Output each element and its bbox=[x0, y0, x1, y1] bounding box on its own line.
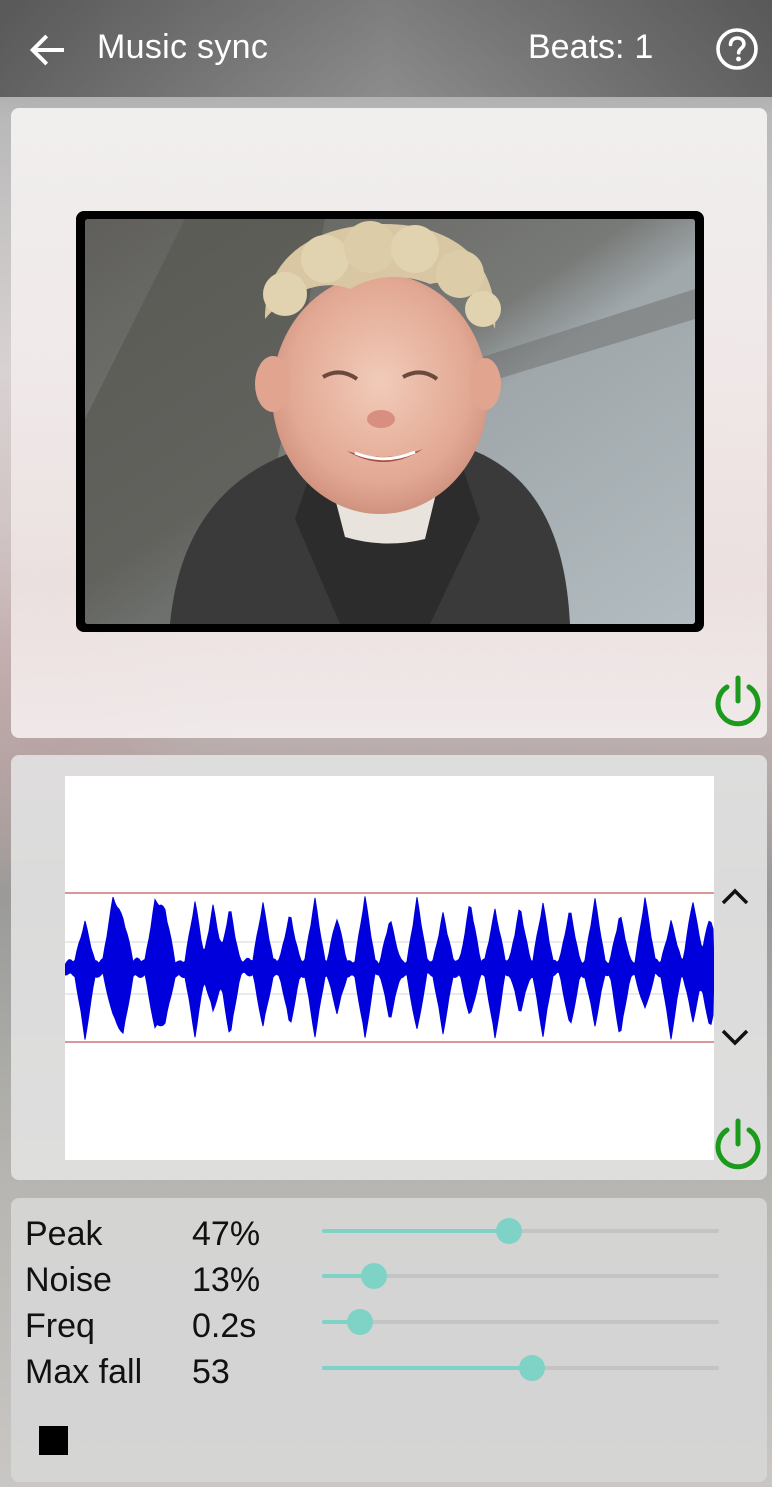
slider-track bbox=[322, 1320, 719, 1324]
slider-thumb[interactable] bbox=[347, 1309, 373, 1335]
max-fall-value: 53 bbox=[192, 1353, 230, 1391]
photo-image bbox=[85, 219, 695, 624]
freq-slider[interactable] bbox=[322, 1307, 719, 1337]
waveform-panel bbox=[11, 755, 767, 1180]
threshold-down-button[interactable] bbox=[717, 1025, 753, 1051]
max-fall-slider[interactable] bbox=[322, 1353, 719, 1383]
peak-label: Peak bbox=[25, 1215, 103, 1253]
max-fall-label: Max fall bbox=[25, 1353, 143, 1391]
back-button[interactable] bbox=[24, 26, 72, 74]
chevron-up-icon bbox=[721, 888, 749, 905]
freq-value: 0.2s bbox=[192, 1307, 257, 1345]
power-icon bbox=[715, 675, 761, 727]
help-circle-icon bbox=[716, 28, 758, 70]
noise-value: 13% bbox=[192, 1261, 261, 1299]
slider-thumb[interactable] bbox=[496, 1218, 522, 1244]
noise-slider[interactable] bbox=[322, 1261, 719, 1291]
freq-label: Freq bbox=[25, 1307, 95, 1345]
beats-counter: Beats: 1 bbox=[528, 28, 653, 67]
slider-fill bbox=[322, 1366, 532, 1370]
waveform-power-button[interactable] bbox=[711, 1117, 765, 1171]
help-button[interactable] bbox=[714, 26, 760, 72]
slider-thumb[interactable] bbox=[519, 1355, 545, 1381]
photo-power-button[interactable] bbox=[711, 674, 765, 728]
app-bar: Music sync Beats: 1 bbox=[0, 0, 772, 97]
waveform-graph bbox=[64, 892, 715, 1043]
beats-count: 1 bbox=[634, 28, 654, 66]
slider-fill bbox=[322, 1229, 509, 1233]
beats-label: Beats: bbox=[528, 28, 625, 66]
photo-frame bbox=[76, 211, 704, 632]
waveform-shape bbox=[64, 896, 715, 1040]
power-icon bbox=[715, 1118, 761, 1170]
photo-preview[interactable] bbox=[85, 219, 695, 624]
page-title: Music sync bbox=[97, 28, 269, 66]
peak-slider[interactable] bbox=[322, 1216, 719, 1246]
threshold-up-button[interactable] bbox=[717, 883, 753, 909]
slider-thumb[interactable] bbox=[361, 1263, 387, 1289]
noise-label: Noise bbox=[25, 1261, 112, 1299]
controls-panel: Peak 47% Noise 13% Freq 0.2s Max fall 53 bbox=[11, 1198, 767, 1482]
stop-button[interactable] bbox=[39, 1426, 68, 1455]
peak-value: 47% bbox=[192, 1215, 261, 1253]
waveform-view bbox=[64, 776, 715, 1160]
photo-panel bbox=[11, 108, 767, 738]
arrow-left-icon bbox=[29, 34, 64, 66]
chevron-down-icon bbox=[721, 1029, 749, 1046]
